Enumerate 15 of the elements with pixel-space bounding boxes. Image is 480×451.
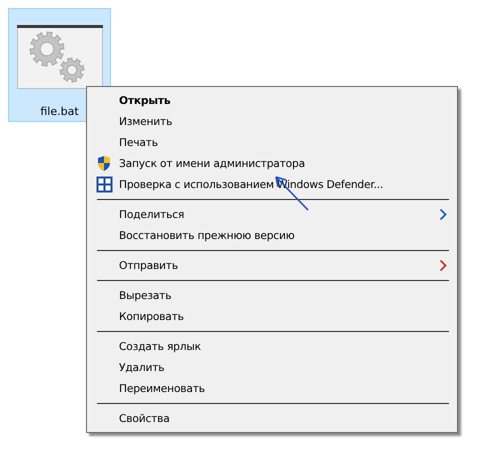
file-name: file.bat: [40, 105, 79, 118]
window-shield-icon: [96, 176, 112, 193]
menu-item[interactable]: Удалить: [89, 357, 457, 378]
menu-item[interactable]: Отправить: [89, 255, 457, 276]
menu-item[interactable]: Вырезать: [89, 285, 457, 306]
menu-item[interactable]: Восстановить прежнюю версию: [89, 225, 457, 246]
menu-item[interactable]: Запуск от имени администратора: [89, 153, 457, 174]
menu-item[interactable]: Печать: [89, 132, 457, 153]
menu-item[interactable]: Переименовать: [89, 378, 457, 399]
menu-item[interactable]: Поделиться: [89, 204, 457, 225]
menu-item[interactable]: Создать ярлык: [89, 336, 457, 357]
menu-item[interactable]: Копировать: [89, 306, 457, 327]
menu-item[interactable]: Свойства: [89, 408, 457, 429]
file-item[interactable]: file.bat: [8, 8, 111, 122]
shield-icon: [96, 155, 112, 172]
